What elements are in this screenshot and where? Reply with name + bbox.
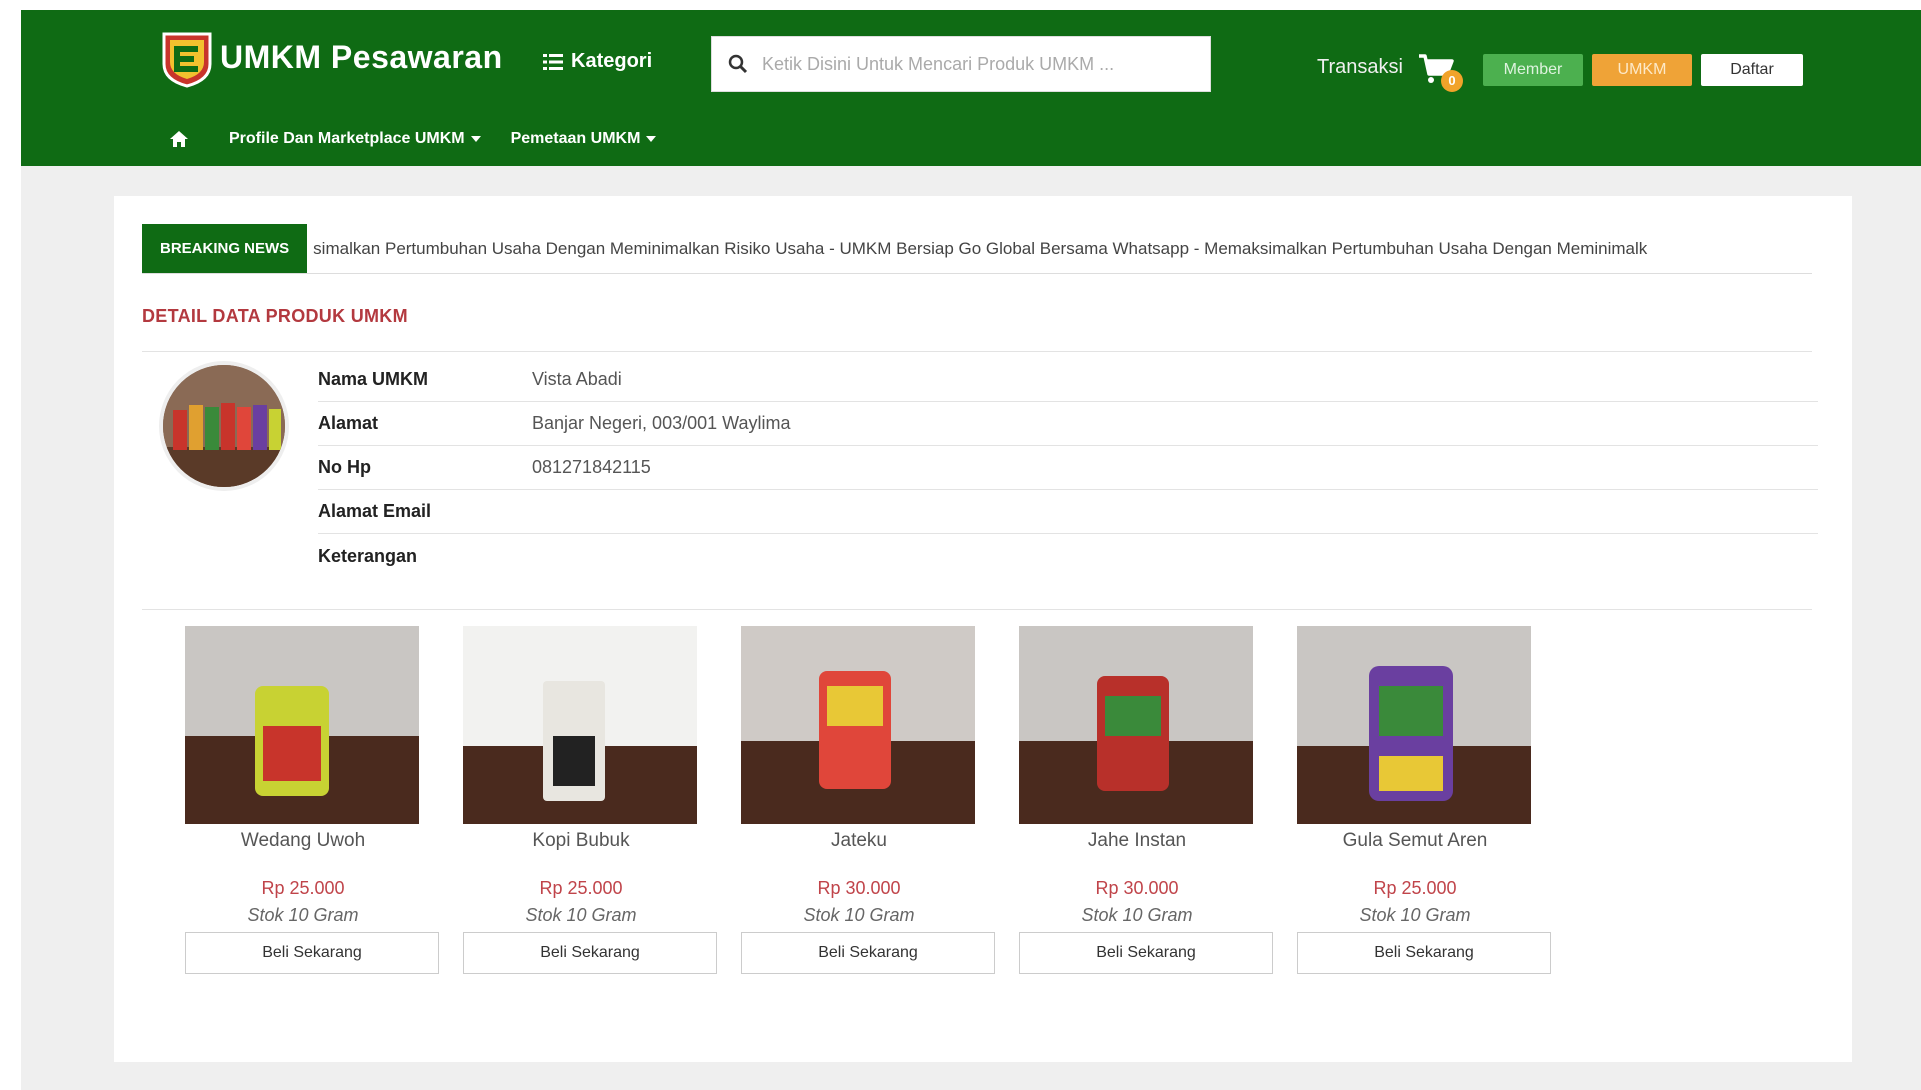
product-name[interactable]: Jateku	[741, 830, 977, 858]
product-name[interactable]: Kopi Bubuk	[463, 830, 699, 858]
info-label: Alamat Email	[318, 501, 432, 521]
info-label: Alamat	[318, 413, 379, 433]
breaking-news-label: BREAKING NEWS	[142, 224, 308, 273]
product-image[interactable]	[1297, 626, 1531, 824]
product-group-image	[163, 365, 285, 487]
product-card: Wedang Uwoh Rp 25.000 Stok 10 Gram Beli …	[185, 626, 439, 974]
product-stock: Stok 10 Gram	[1081, 905, 1193, 925]
umkm-button[interactable]: UMKM	[1592, 54, 1692, 86]
info-value: Vista Abadi	[532, 369, 622, 389]
product-image[interactable]	[741, 626, 975, 824]
search-box	[711, 36, 1211, 92]
info-row-nama: Nama UMKM Vista Abadi	[318, 358, 1818, 402]
buy-now-button[interactable]: Beli Sekarang	[185, 932, 439, 974]
daftar-button[interactable]: Daftar	[1701, 54, 1803, 86]
info-label: Keterangan	[318, 545, 418, 566]
caret-down-icon	[646, 136, 657, 142]
kategori-menu[interactable]: Kategori	[543, 50, 652, 73]
site-header: UMKM Pesawaran Kategori Transaksi 0 Memb…	[21, 10, 1921, 166]
product-card: Gula Semut Aren Rp 25.000 Stok 10 Gram B…	[1297, 626, 1551, 974]
list-icon	[543, 53, 563, 70]
product-stock: Stok 10 Gram	[247, 905, 359, 925]
product-card: Jateku Rp 30.000 Stok 10 Gram Beli Sekar…	[741, 626, 995, 974]
product-stock: Stok 10 Gram	[803, 905, 915, 925]
content-card: BREAKING NEWS simalkan Pertumbuhan Usaha…	[114, 196, 1852, 1062]
nav-item-label: Profile Dan Marketplace UMKM	[229, 130, 465, 147]
umkm-avatar	[159, 361, 289, 491]
divider	[142, 609, 1812, 610]
info-row-no-hp: No Hp 081271842115	[318, 446, 1818, 490]
product-name[interactable]: Gula Semut Aren	[1297, 830, 1533, 858]
info-value: 081271842115	[532, 457, 651, 477]
logo-icon[interactable]	[160, 30, 214, 88]
search-icon[interactable]	[728, 54, 748, 74]
buy-now-button[interactable]: Beli Sekarang	[741, 932, 995, 974]
cart-count-badge: 0	[1441, 70, 1463, 92]
breaking-news-ticker: BREAKING NEWS simalkan Pertumbuhan Usaha…	[142, 224, 1812, 274]
info-label: Nama UMKM	[318, 369, 429, 389]
product-price: Rp 25.000	[539, 878, 623, 898]
home-icon[interactable]	[169, 130, 189, 148]
page-title: DETAIL DATA PRODUK UMKM	[142, 306, 408, 326]
product-card: Kopi Bubuk Rp 25.000 Stok 10 Gram Beli S…	[463, 626, 717, 974]
buy-now-button[interactable]: Beli Sekarang	[1297, 932, 1551, 974]
nav-item-pemetaan[interactable]: Pemetaan UMKM	[511, 130, 657, 148]
brand-title[interactable]: UMKM Pesawaran	[220, 39, 503, 76]
info-label: No Hp	[318, 457, 371, 477]
product-image[interactable]	[1019, 626, 1253, 824]
product-name[interactable]: Jahe Instan	[1019, 830, 1255, 858]
page-frame: UMKM Pesawaran Kategori Transaksi 0 Memb…	[21, 10, 1921, 1090]
caret-down-icon	[470, 136, 481, 142]
main-nav: Profile Dan Marketplace UMKM Pemetaan UM…	[169, 130, 686, 148]
product-name[interactable]: Wedang Uwoh	[185, 830, 421, 858]
member-button[interactable]: Member	[1483, 54, 1583, 86]
breaking-news-text[interactable]: simalkan Pertumbuhan Usaha Dengan Memini…	[307, 239, 1647, 259]
nav-item-profile-marketplace[interactable]: Profile Dan Marketplace UMKM	[229, 130, 481, 148]
product-price: Rp 25.000	[261, 878, 345, 898]
nav-item-label: Pemetaan UMKM	[510, 130, 641, 147]
product-stock: Stok 10 Gram	[1359, 905, 1471, 925]
product-image[interactable]	[463, 626, 697, 824]
transaksi-link[interactable]: Transaksi	[1317, 56, 1403, 79]
buy-now-button[interactable]: Beli Sekarang	[1019, 932, 1273, 974]
product-card: Jahe Instan Rp 30.000 Stok 10 Gram Beli …	[1019, 626, 1273, 974]
buy-now-button[interactable]: Beli Sekarang	[463, 932, 717, 974]
product-image[interactable]	[185, 626, 419, 824]
info-row-email: Alamat Email	[318, 490, 1818, 534]
product-price: Rp 30.000	[1095, 878, 1179, 898]
kategori-label: Kategori	[571, 50, 653, 72]
product-price: Rp 30.000	[817, 878, 901, 898]
info-row-alamat: Alamat Banjar Negeri, 003/001 Waylima	[318, 402, 1818, 446]
info-value: Banjar Negeri, 003/001 Waylima	[532, 413, 791, 433]
info-row-keterangan: Keterangan	[318, 534, 1818, 578]
product-stock: Stok 10 Gram	[525, 905, 637, 925]
divider	[142, 351, 1812, 352]
search-input[interactable]	[762, 53, 1182, 75]
product-price: Rp 25.000	[1373, 878, 1457, 898]
